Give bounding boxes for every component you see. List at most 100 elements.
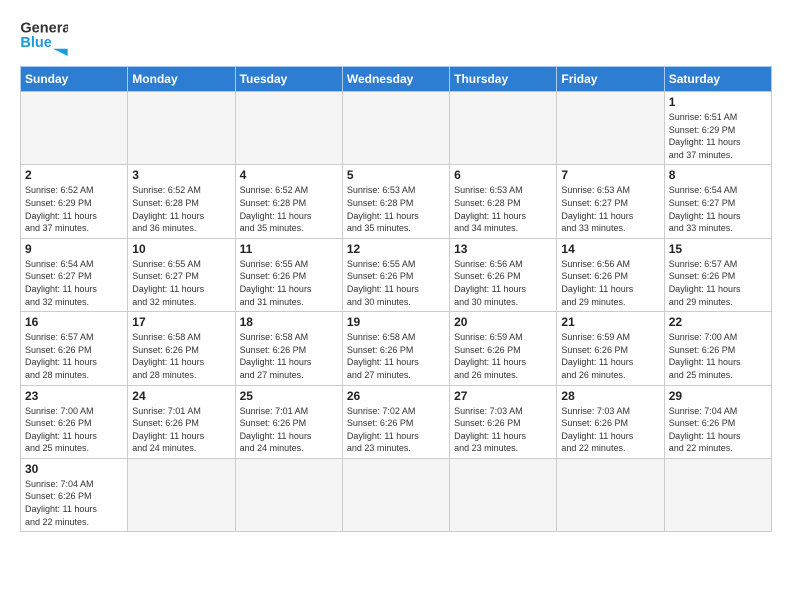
calendar-cell-39 [450, 458, 557, 531]
calendar-cell-16: 11Sunrise: 6:55 AM Sunset: 6:26 PM Dayli… [235, 238, 342, 311]
day-number: 8 [669, 168, 767, 182]
weekday-header-sunday: Sunday [21, 67, 128, 92]
calendar-cell-14: 9 Sunrise: 6:54 AM Sunset: 6:27 PM Daylig… [21, 238, 128, 311]
calendar-cell-35: 30 Sunrise: 7:04 AM Sunset: 6:26 PM Dayli… [21, 458, 128, 531]
day-info: Sunrise: 7:03 AM Sunset: 6:26 PM Dayligh… [561, 405, 659, 455]
calendar-cell-25: 20Sunrise: 6:59 AM Sunset: 6:26 PM Dayli… [450, 312, 557, 385]
day-info: Sunrise: 6:56 AM Sunset: 6:26 PM Dayligh… [561, 258, 659, 308]
calendar-cell-18: 13Sunrise: 6:56 AM Sunset: 6:26 PM Dayli… [450, 238, 557, 311]
calendar-row-2: 9 Sunrise: 6:54 AM Sunset: 6:27 PM Daylig… [21, 238, 772, 311]
calendar-cell-1 [128, 92, 235, 165]
day-number: 25 [240, 389, 338, 403]
day-number: 9 [25, 242, 123, 256]
calendar-cell-15: 10 Sunrise: 6:55 AM Sunset: 6:27 PM Dayli… [128, 238, 235, 311]
calendar-cell-32: 27 Sunrise: 7:03 AM Sunset: 6:26 PM Dayli… [450, 385, 557, 458]
weekday-header-tuesday: Tuesday [235, 67, 342, 92]
day-number: 12 [347, 242, 445, 256]
day-info: Sunrise: 6:55 AM Sunset: 6:27 PM Dayligh… [132, 258, 230, 308]
calendar-cell-24: 19 Sunrise: 6:58 AM Sunset: 6:26 PM Dayli… [342, 312, 449, 385]
day-number: 4 [240, 168, 338, 182]
weekday-header-saturday: Saturday [664, 67, 771, 92]
calendar-cell-36 [128, 458, 235, 531]
day-number: 26 [347, 389, 445, 403]
day-info: Sunrise: 7:00 AM Sunset: 6:26 PM Dayligh… [25, 405, 123, 455]
day-number: 23 [25, 389, 123, 403]
calendar-row-4: 23 Sunrise: 7:00 AM Sunset: 6:26 PM Dayli… [21, 385, 772, 458]
day-number: 20 [454, 315, 552, 329]
day-info: Sunrise: 6:57 AM Sunset: 6:26 PM Dayligh… [669, 258, 767, 308]
day-number: 29 [669, 389, 767, 403]
day-info: Sunrise: 7:01 AM Sunset: 6:26 PM Dayligh… [240, 405, 338, 455]
page: General Blue SundayMondayTuesdayWednesda… [0, 0, 792, 612]
weekday-header-monday: Monday [128, 67, 235, 92]
day-info: Sunrise: 6:56 AM Sunset: 6:26 PM Dayligh… [454, 258, 552, 308]
day-number: 22 [669, 315, 767, 329]
weekday-header-thursday: Thursday [450, 67, 557, 92]
day-number: 1 [669, 95, 767, 109]
day-number: 24 [132, 389, 230, 403]
calendar-cell-27: 22 Sunrise: 7:00 AM Sunset: 6:26 PM Dayli… [664, 312, 771, 385]
day-info: Sunrise: 6:53 AM Sunset: 6:28 PM Dayligh… [454, 184, 552, 234]
calendar-cell-0 [21, 92, 128, 165]
day-number: 7 [561, 168, 659, 182]
day-info: Sunrise: 6:52 AM Sunset: 6:29 PM Dayligh… [25, 184, 123, 234]
calendar-cell-5 [557, 92, 664, 165]
day-info: Sunrise: 6:55 AM Sunset: 6:26 PM Dayligh… [347, 258, 445, 308]
calendar: SundayMondayTuesdayWednesdayThursdayFrid… [20, 66, 772, 532]
calendar-cell-21: 16Sunrise: 6:57 AM Sunset: 6:26 PM Dayli… [21, 312, 128, 385]
day-number: 6 [454, 168, 552, 182]
day-info: Sunrise: 6:53 AM Sunset: 6:28 PM Dayligh… [347, 184, 445, 234]
calendar-cell-31: 26Sunrise: 7:02 AM Sunset: 6:26 PM Dayli… [342, 385, 449, 458]
weekday-header-row: SundayMondayTuesdayWednesdayThursdayFrid… [21, 67, 772, 92]
day-number: 19 [347, 315, 445, 329]
day-info: Sunrise: 6:58 AM Sunset: 6:26 PM Dayligh… [240, 331, 338, 381]
day-info: Sunrise: 6:58 AM Sunset: 6:26 PM Dayligh… [347, 331, 445, 381]
day-info: Sunrise: 6:52 AM Sunset: 6:28 PM Dayligh… [240, 184, 338, 234]
day-number: 10 [132, 242, 230, 256]
calendar-row-0: 1Sunrise: 6:51 AM Sunset: 6:29 PM Daylig… [21, 92, 772, 165]
calendar-cell-38 [342, 458, 449, 531]
calendar-cell-17: 12 Sunrise: 6:55 AM Sunset: 6:26 PM Dayli… [342, 238, 449, 311]
calendar-cell-29: 24 Sunrise: 7:01 AM Sunset: 6:26 PM Dayli… [128, 385, 235, 458]
calendar-cell-34: 29Sunrise: 7:04 AM Sunset: 6:26 PM Dayli… [664, 385, 771, 458]
calendar-cell-10: 5 Sunrise: 6:53 AM Sunset: 6:28 PM Daylig… [342, 165, 449, 238]
day-info: Sunrise: 6:57 AM Sunset: 6:26 PM Dayligh… [25, 331, 123, 381]
day-number: 28 [561, 389, 659, 403]
day-info: Sunrise: 6:53 AM Sunset: 6:27 PM Dayligh… [561, 184, 659, 234]
calendar-cell-20: 15 Sunrise: 6:57 AM Sunset: 6:26 PM Dayli… [664, 238, 771, 311]
generalblue-logo-icon: General Blue [20, 16, 68, 56]
calendar-cell-22: 17Sunrise: 6:58 AM Sunset: 6:26 PM Dayli… [128, 312, 235, 385]
day-number: 5 [347, 168, 445, 182]
day-number: 27 [454, 389, 552, 403]
calendar-cell-26: 21Sunrise: 6:59 AM Sunset: 6:26 PM Dayli… [557, 312, 664, 385]
logo: General Blue [20, 16, 68, 56]
calendar-cell-3 [342, 92, 449, 165]
calendar-cell-40 [557, 458, 664, 531]
calendar-row-5: 30 Sunrise: 7:04 AM Sunset: 6:26 PM Dayli… [21, 458, 772, 531]
day-number: 21 [561, 315, 659, 329]
calendar-cell-37 [235, 458, 342, 531]
weekday-header-friday: Friday [557, 67, 664, 92]
day-number: 17 [132, 315, 230, 329]
day-info: Sunrise: 7:00 AM Sunset: 6:26 PM Dayligh… [669, 331, 767, 381]
weekday-header-wednesday: Wednesday [342, 67, 449, 92]
day-info: Sunrise: 7:04 AM Sunset: 6:26 PM Dayligh… [25, 478, 123, 528]
calendar-cell-6: 1Sunrise: 6:51 AM Sunset: 6:29 PM Daylig… [664, 92, 771, 165]
day-info: Sunrise: 6:54 AM Sunset: 6:27 PM Dayligh… [669, 184, 767, 234]
day-number: 30 [25, 462, 123, 476]
calendar-cell-7: 2 Sunrise: 6:52 AM Sunset: 6:29 PM Daylig… [21, 165, 128, 238]
calendar-cell-28: 23 Sunrise: 7:00 AM Sunset: 6:26 PM Dayli… [21, 385, 128, 458]
day-number: 15 [669, 242, 767, 256]
calendar-cell-4 [450, 92, 557, 165]
day-info: Sunrise: 7:03 AM Sunset: 6:26 PM Dayligh… [454, 405, 552, 455]
day-number: 2 [25, 168, 123, 182]
calendar-cell-13: 8 Sunrise: 6:54 AM Sunset: 6:27 PM Daylig… [664, 165, 771, 238]
day-info: Sunrise: 6:54 AM Sunset: 6:27 PM Dayligh… [25, 258, 123, 308]
header: General Blue [20, 16, 772, 56]
day-number: 3 [132, 168, 230, 182]
calendar-cell-8: 3Sunrise: 6:52 AM Sunset: 6:28 PM Daylig… [128, 165, 235, 238]
day-info: Sunrise: 7:01 AM Sunset: 6:26 PM Dayligh… [132, 405, 230, 455]
calendar-row-3: 16Sunrise: 6:57 AM Sunset: 6:26 PM Dayli… [21, 312, 772, 385]
calendar-row-1: 2 Sunrise: 6:52 AM Sunset: 6:29 PM Daylig… [21, 165, 772, 238]
calendar-cell-2 [235, 92, 342, 165]
